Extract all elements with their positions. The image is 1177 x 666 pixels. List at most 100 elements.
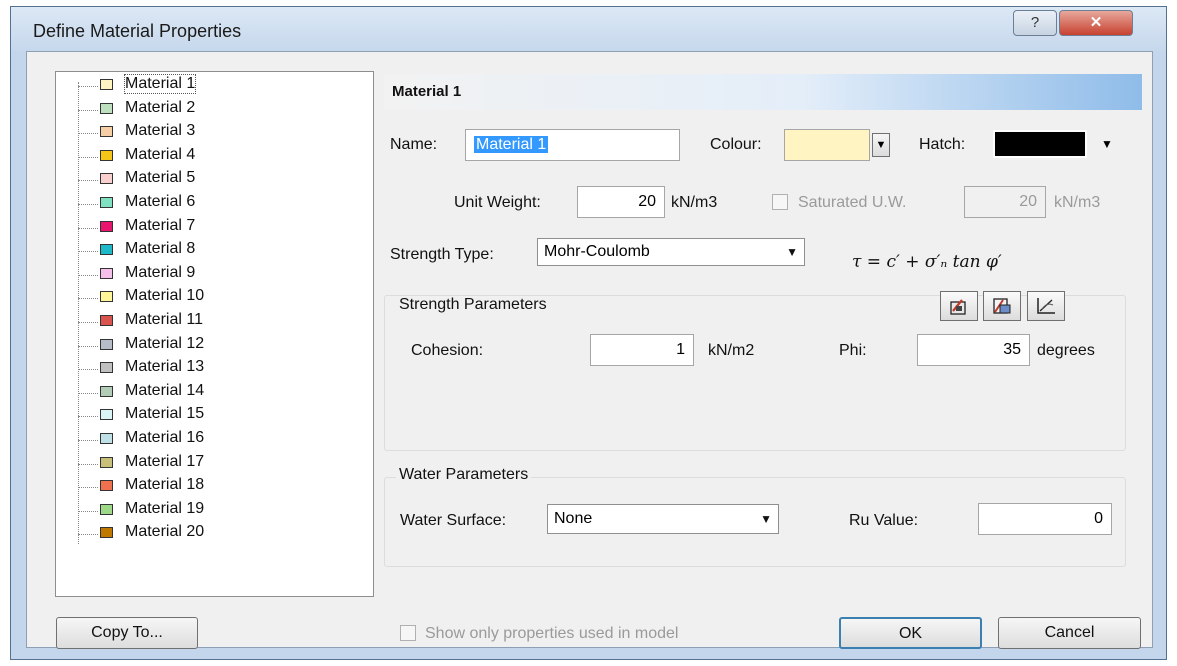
material-tree[interactable]: Material 1 Material 2 Material 3 Material 4…	[55, 71, 374, 597]
strength-parameters-title: Strength Parameters	[396, 296, 550, 314]
strength-type-label: Strength Type:	[390, 246, 494, 263]
tree-item-label: Material 1	[123, 74, 197, 94]
dialog-title: Define Material Properties	[33, 21, 242, 41]
tree-item-material[interactable]: Material 1	[78, 74, 358, 97]
tree-item-material[interactable]: Material 6	[78, 193, 358, 215]
tree-item-material[interactable]: Material 14	[78, 382, 358, 404]
ok-label: OK	[898, 625, 923, 642]
tree-item-material[interactable]: Material 17	[78, 453, 358, 475]
chevron-down-icon: ▼	[1101, 137, 1113, 151]
tree-item-material[interactable]: Material 5	[78, 169, 358, 191]
material-header-bar: Material 1	[384, 74, 1142, 110]
tree-item-material[interactable]: Material 20	[78, 523, 358, 545]
cohesion-input[interactable]: 1	[590, 334, 694, 366]
material-color-swatch	[100, 409, 113, 421]
chevron-down-icon: ▼	[760, 512, 772, 526]
tree-item-label: Material 13	[125, 358, 205, 376]
show-only-used-label: Show only properties used in model	[425, 625, 679, 642]
close-icon: ✕	[1089, 14, 1103, 31]
strength-type-select[interactable]: Mohr-Coulomb ▼	[537, 238, 805, 266]
close-button[interactable]: ✕	[1059, 10, 1133, 36]
copy-to-button[interactable]: Copy To...	[56, 617, 198, 649]
help-button[interactable]: ?	[1013, 10, 1057, 36]
colour-picker[interactable]: ▼	[784, 129, 892, 161]
tree-item-label: Material 11	[125, 311, 203, 328]
water-surface-select[interactable]: None ▼	[547, 504, 779, 534]
tree-item-material[interactable]: Material 19	[78, 500, 358, 522]
ok-button[interactable]: OK	[839, 617, 982, 649]
material-color-swatch	[100, 173, 113, 185]
tree-connector-dash	[78, 274, 98, 276]
ru-value-input[interactable]: 0	[978, 503, 1112, 535]
tree-item-material[interactable]: Material 7	[78, 217, 358, 239]
tree-item-material[interactable]: Material 3	[78, 122, 358, 144]
colour-label: Colour:	[710, 136, 762, 153]
saturated-input[interactable]: 20	[964, 186, 1046, 218]
tree-item-label: Material 12	[125, 334, 205, 352]
material-color-swatch	[100, 197, 113, 208]
tree-connector-dash	[78, 463, 98, 465]
strength-copy-button[interactable]	[983, 291, 1021, 321]
name-input[interactable]: Material 1	[465, 129, 680, 161]
show-only-used-checkbox[interactable]	[400, 625, 416, 641]
tree-connector-dash	[78, 156, 98, 158]
tree-item-material[interactable]: Material 11	[78, 311, 358, 333]
tree-item-material[interactable]: Material 9	[78, 264, 358, 286]
tree-connector-dash	[78, 416, 98, 418]
colour-dropdown-button[interactable]: ▼	[872, 133, 890, 157]
tree-connector-dash	[78, 86, 98, 87]
material-color-swatch	[100, 503, 113, 515]
tree-item-material[interactable]: Material 16	[78, 429, 358, 451]
tree-item-material[interactable]: Material 8	[78, 240, 358, 262]
tree-item-material[interactable]: Material 4	[78, 146, 358, 168]
tree-item-label: Material 2	[125, 98, 196, 116]
tree-item-label: Material 10	[125, 287, 205, 305]
strength-function-icon	[950, 299, 966, 315]
material-color-swatch	[100, 267, 113, 279]
saturated-checkbox[interactable]	[772, 194, 788, 210]
material-color-swatch	[100, 480, 113, 492]
tree-connector-dash	[78, 487, 98, 489]
hatch-label: Hatch:	[919, 136, 966, 153]
tree-item-label: Material 6	[125, 193, 196, 210]
title-bar: Define Material Properties ? ✕	[11, 7, 1166, 51]
strength-plot-icon	[1037, 298, 1055, 314]
cancel-label: Cancel	[1044, 624, 1095, 641]
dialog-body: Material 1 Material 2 Material 3 Material 4…	[26, 51, 1153, 649]
tree-connector-dash	[78, 534, 98, 536]
tree-connector-dash	[78, 180, 98, 182]
strength-function-button[interactable]	[940, 291, 978, 321]
tree-connector-dash	[78, 204, 98, 205]
tree-item-material[interactable]: Material 18	[78, 476, 358, 498]
name-label: Name:	[390, 136, 438, 153]
tree-item-material[interactable]: Material 13	[78, 358, 358, 380]
tree-connector-dash	[78, 322, 98, 323]
material-color-swatch	[100, 126, 113, 138]
tree-item-material[interactable]: Material 15	[78, 405, 358, 427]
tree-item-label: Material 4	[125, 145, 196, 163]
tree-connector-dash	[78, 227, 98, 229]
tree-connector-dash	[78, 392, 98, 394]
tree-item-label: Material 19	[125, 499, 205, 517]
tree-item-label: Material 17	[125, 452, 205, 470]
tree-item-material[interactable]: Material 2	[78, 99, 358, 121]
name-input-value: Material 1	[474, 136, 549, 153]
tree-item-label: Material 16	[125, 429, 205, 446]
tree-item-label: Material 7	[125, 216, 196, 234]
strength-plot-button[interactable]	[1027, 291, 1065, 321]
unit-weight-input[interactable]: 20	[577, 186, 665, 218]
unit-weight-label: Unit Weight:	[454, 194, 541, 211]
cohesion-label: Cohesion:	[411, 342, 484, 359]
phi-input[interactable]: 35	[917, 334, 1030, 366]
cancel-button[interactable]: Cancel	[998, 617, 1141, 649]
strength-type-value: Mohr-Coulomb	[544, 243, 650, 260]
phi-label: Phi:	[839, 342, 867, 359]
saturated-value: 20	[1019, 193, 1037, 210]
tree-item-material[interactable]: Material 10	[78, 287, 358, 309]
tree-item-label: Material 14	[125, 381, 205, 399]
tree-item-material[interactable]: Material 12	[78, 335, 358, 357]
hatch-picker[interactable]: ▼	[993, 129, 1123, 161]
tree-connector-dash	[78, 369, 98, 371]
material-color-swatch	[100, 362, 113, 374]
unit-weight-unit: kN/m3	[671, 194, 718, 211]
